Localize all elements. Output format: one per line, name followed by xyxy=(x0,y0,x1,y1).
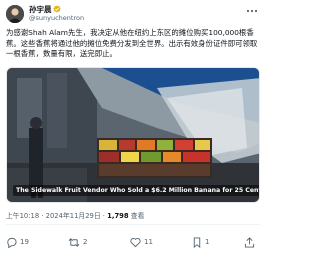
divider xyxy=(6,224,260,225)
views-count: 1,798 xyxy=(107,212,129,220)
gold-verified-badge-icon xyxy=(52,5,61,13)
retweet-count: 2 xyxy=(83,238,88,246)
author-display-name[interactable]: 孙宇晨 xyxy=(29,5,52,14)
post-header: 孙宇晨 @sunyuchentron xyxy=(6,4,260,24)
author-block: 孙宇晨 @sunyuchentron xyxy=(29,5,84,23)
bookmark-count: 1 xyxy=(205,238,210,246)
author-name[interactable]: 孙宇晨 xyxy=(29,5,84,14)
share-icon xyxy=(244,236,255,248)
retweet-button[interactable]: 2 xyxy=(68,234,87,250)
post-timestamp[interactable]: 上午10:18 · 2024年11月29日 · xyxy=(6,212,107,220)
action-bar: 19 2 11 1 xyxy=(6,234,260,250)
bookmark-icon xyxy=(193,236,201,248)
avatar[interactable] xyxy=(6,5,24,23)
share-button[interactable] xyxy=(244,234,255,250)
reply-icon xyxy=(7,237,17,248)
reply-count: 19 xyxy=(20,238,29,246)
more-options-icon[interactable] xyxy=(246,8,258,14)
heart-icon xyxy=(130,237,141,247)
like-button[interactable]: 11 xyxy=(130,234,153,250)
post-text: 为感谢Shah Alam先生，我决定从他在纽约上东区的摊位购买100,000根香… xyxy=(6,28,258,59)
media-caption: The Sidewalk Fruit Vendor Who Sold a $6.… xyxy=(13,185,259,196)
views-label: 查看 xyxy=(128,212,145,220)
like-count: 11 xyxy=(144,238,153,246)
fruit-stand-photo xyxy=(7,68,259,202)
author-handle[interactable]: @sunyuchentron xyxy=(29,14,84,23)
bookmark-button[interactable]: 1 xyxy=(192,234,209,250)
post-meta: 上午10:18 · 2024年11月29日 · 1,798 查看 xyxy=(6,210,144,220)
retweet-icon xyxy=(68,237,80,247)
reply-button[interactable]: 19 xyxy=(6,234,29,250)
post-media[interactable]: The Sidewalk Fruit Vendor Who Sold a $6.… xyxy=(6,67,260,203)
